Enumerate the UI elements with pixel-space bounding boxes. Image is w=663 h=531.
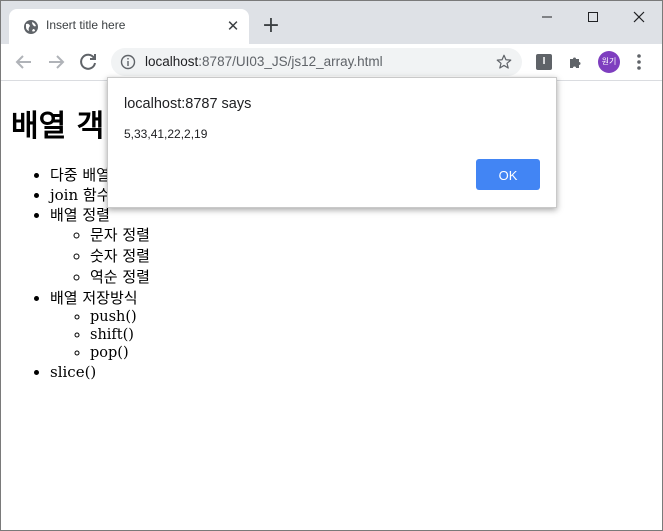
url-text[interactable]: localhost:8787/UI03_JS/js12_array.html (145, 54, 383, 69)
list-item: pop() (90, 344, 150, 362)
list-item: slice() (50, 362, 150, 382)
close-tab-icon[interactable]: ✕ (225, 18, 241, 34)
list-item: 배열 저장방식 push() shift() pop() (50, 288, 150, 362)
url-path: :8787/UI03_JS/js12_array.html (198, 54, 383, 69)
list-item-label: 배열 저장방식 (50, 289, 138, 307)
puzzle-icon[interactable] (567, 53, 585, 71)
kebab-menu-icon[interactable] (630, 52, 648, 72)
list-item: 배열 정렬 문자 정렬 숫자 정렬 역순 정렬 (50, 205, 150, 288)
ok-button[interactable]: OK (476, 159, 540, 190)
list-item: 숫자 정렬 (90, 246, 150, 267)
tab-strip: Insert title here ✕ + (1, 1, 662, 44)
avatar[interactable]: 원기 (598, 51, 620, 73)
info-icon[interactable] (120, 54, 136, 70)
list-item: 역순 정렬 (90, 267, 150, 288)
star-icon[interactable] (495, 53, 513, 71)
list-item-label: slice() (50, 363, 97, 381)
tab-title: Insert title here (46, 18, 126, 32)
minimize-icon (542, 16, 552, 18)
storage-sublist: push() shift() pop() (50, 308, 150, 362)
dialog-message: 5,33,41,22,2,19 (124, 127, 208, 141)
back-arrow-icon[interactable] (12, 50, 36, 74)
extension-icon[interactable]: I (536, 54, 552, 70)
browser-toolbar: localhost:8787/UI03_JS/js12_array.html I… (1, 44, 662, 81)
browser-tab[interactable]: Insert title here ✕ (9, 9, 249, 44)
list-item-label: 배열 정렬 (50, 206, 110, 224)
close-icon (633, 11, 645, 23)
page-title: 배열 객 (11, 109, 105, 144)
maximize-button[interactable] (573, 3, 613, 31)
maximize-icon (588, 12, 598, 22)
list-item: 문자 정렬 (90, 225, 150, 246)
browser-window: Insert title here ✕ + localhost:8787/UI0… (0, 0, 663, 531)
reload-icon[interactable] (76, 50, 100, 74)
list-item: push() (90, 308, 150, 326)
address-bar[interactable]: localhost:8787/UI03_JS/js12_array.html (111, 48, 522, 76)
new-tab-button[interactable]: + (259, 14, 283, 38)
window-close-button[interactable] (619, 3, 659, 31)
forward-arrow-icon[interactable] (44, 50, 68, 74)
alert-dialog: localhost:8787 says 5,33,41,22,2,19 OK (107, 77, 557, 208)
url-host: localhost (145, 54, 199, 69)
dialog-title: localhost:8787 says (124, 96, 252, 112)
list-item-label: join 함수 (50, 186, 111, 204)
list-item-label: 다중 배열 (50, 166, 110, 184)
globe-icon (24, 20, 38, 34)
sort-sublist: 문자 정렬 숫자 정렬 역순 정렬 (50, 225, 150, 288)
minimize-button[interactable] (527, 3, 567, 31)
list-item: shift() (90, 326, 150, 344)
